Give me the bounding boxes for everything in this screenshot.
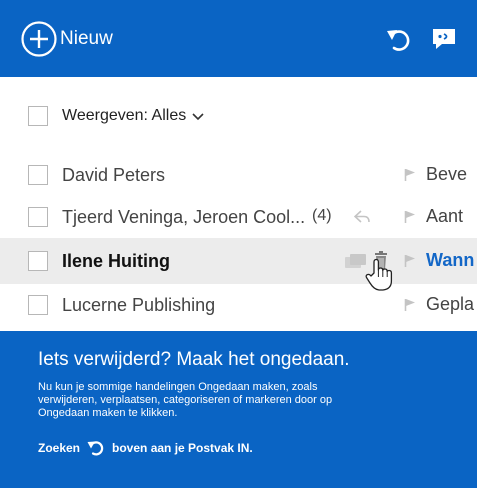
flag-icon[interactable] (404, 298, 416, 312)
message-checkbox[interactable] (28, 251, 48, 271)
chevron-down-icon[interactable] (192, 111, 204, 121)
message-subject: Gepla (426, 294, 475, 314)
banner-body: Nu kun je sommige handelingen Ongedaan m… (38, 381, 333, 419)
message-subject: Aant (426, 206, 464, 226)
message-row[interactable]: Tjeerd Veninga, Jeroen Cool... (4) Aant (0, 194, 477, 240)
filter-dropdown-label[interactable]: Weergeven: Alles (62, 107, 186, 125)
undo-icon[interactable] (384, 26, 414, 54)
message-sender: Lucerne Publishing (62, 294, 216, 315)
new-button[interactable]: Nieuw (20, 20, 113, 58)
undo-info-banner: Iets verwijderd? Maak het ongedaan. Nu k… (0, 331, 477, 488)
message-row[interactable]: Lucerne Publishing Gepla (0, 282, 477, 328)
message-sender: Ilene Huiting (62, 250, 170, 271)
message-row-selected[interactable]: Ilene Huiting Wann (0, 238, 477, 291)
undo-icon (87, 441, 104, 456)
filter-bar: Weergeven: Alles (0, 96, 477, 136)
message-checkbox[interactable] (28, 295, 48, 315)
message-sender: Tjeerd Veninga, Jeroen Cool... (62, 206, 306, 227)
flag-icon[interactable] (404, 210, 416, 224)
message-subject: Wann (426, 250, 475, 270)
plus-circle-icon (21, 21, 57, 57)
command-bar: Nieuw (0, 0, 477, 77)
select-all-checkbox[interactable] (28, 106, 48, 126)
message-sender: David Peters (62, 164, 166, 185)
banner-search-before: Zoeken (38, 441, 81, 455)
banner-search-hint: Zoeken boven aan je Postvak IN. (38, 439, 253, 457)
message-row[interactable]: David Peters Beve (0, 152, 477, 198)
flag-icon[interactable] (404, 168, 416, 182)
reply-icon (354, 210, 370, 223)
chat-icon[interactable] (430, 26, 458, 52)
new-button-label: Nieuw (60, 28, 113, 49)
message-subject: Beve (426, 164, 468, 184)
message-checkbox[interactable] (28, 165, 48, 185)
banner-title: Iets verwijderd? Maak het ongedaan. (38, 349, 350, 370)
flag-icon[interactable] (404, 254, 416, 268)
thread-count: (4) (312, 207, 332, 224)
banner-search-after: boven aan je Postvak IN. (112, 441, 253, 455)
message-checkbox[interactable] (28, 207, 48, 227)
